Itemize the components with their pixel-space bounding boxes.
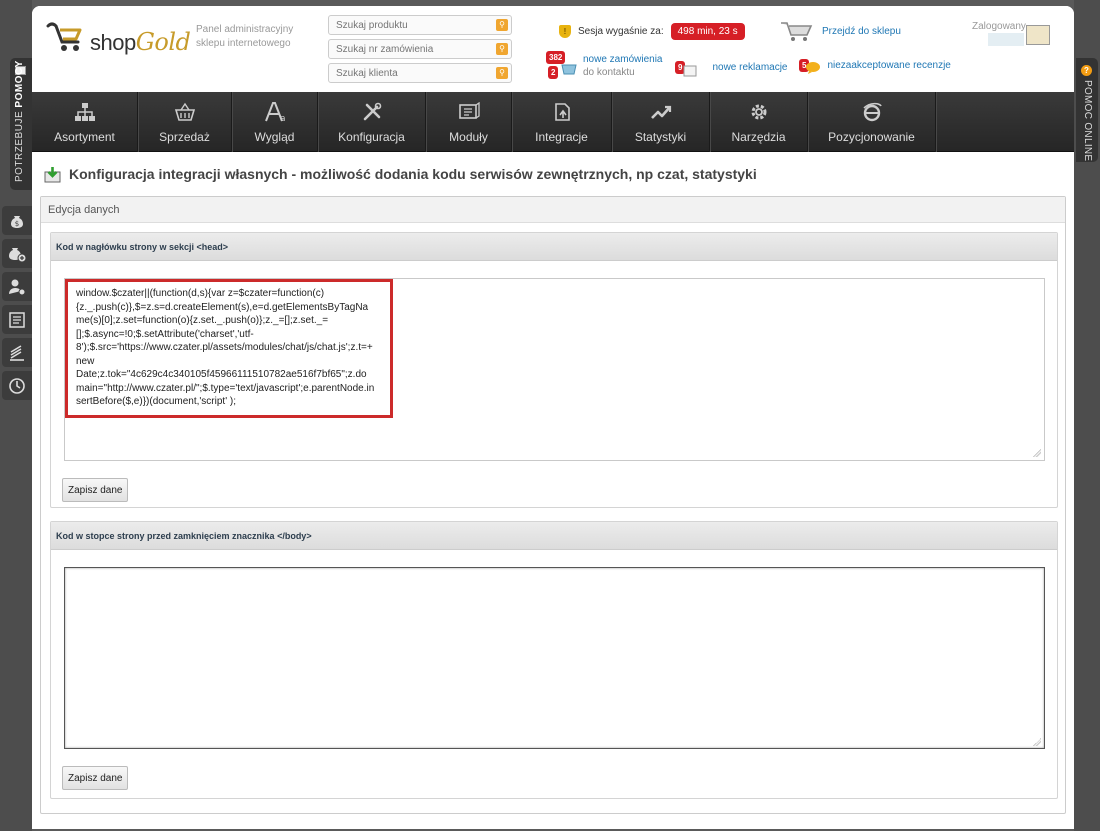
- cart-logo-icon: [46, 22, 82, 51]
- tools-icon: [361, 101, 383, 123]
- online-help-label: POMOC ONLINE: [1082, 80, 1093, 162]
- logged-label: Zalogowany: [972, 21, 1026, 32]
- nav-label: Pozycjonowanie: [828, 130, 915, 144]
- nav-label: Statystyki: [634, 130, 687, 144]
- contact-count-badge: 2: [548, 66, 559, 79]
- orders-icon-group: 382 2: [546, 51, 580, 81]
- session-label: Sesja wygaśnie za:: [578, 26, 664, 37]
- nav-label: Konfiguracja: [338, 130, 405, 144]
- new-complaints-notification[interactable]: 9 nowe reklamacje: [675, 55, 788, 79]
- seo-icon: [861, 101, 883, 123]
- gear-icon: [748, 101, 770, 123]
- cart-icon: [781, 22, 813, 41]
- user-name[interactable]: [988, 33, 1024, 46]
- complaint-icon: [683, 65, 697, 77]
- head-section-title: Kod w nagłówku strony w sekcji <head>: [51, 233, 1057, 261]
- main-nav: Asortyment Sprzedaż a Wygląd Konfiguracj…: [32, 92, 1074, 152]
- user-box: Zalogowany: [972, 21, 1050, 46]
- session-timer: ! Sesja wygaśnie za: 498 min, 23 s: [559, 23, 745, 40]
- clock-icon[interactable]: [2, 371, 32, 400]
- nav-item-statystyki[interactable]: Statystyki: [612, 92, 710, 152]
- stack-icon[interactable]: [2, 338, 32, 367]
- chart-icon: [650, 101, 672, 123]
- search-icon[interactable]: ⚲: [496, 19, 508, 31]
- nav-label: Moduły: [449, 130, 488, 144]
- user-settings-icon[interactable]: [2, 272, 32, 301]
- nav-label: Narzędzia: [731, 130, 786, 144]
- help-tab[interactable]: POTRZEBUJE POMOCY: [10, 58, 32, 190]
- new-complaints-link[interactable]: nowe reklamacje: [712, 62, 787, 73]
- product-search-input[interactable]: [329, 16, 489, 34]
- main-window: shopGold Panel administracyjny sklepu in…: [32, 6, 1074, 829]
- go-to-shop[interactable]: Przejdź do sklepu: [780, 20, 901, 42]
- go-to-shop-link[interactable]: Przejdź do sklepu: [822, 26, 901, 37]
- online-help-tab[interactable]: ? POMOC ONLINE: [1076, 58, 1098, 162]
- left-sidebar: POTRZEBUJE POMOCY $: [0, 0, 32, 831]
- nav-label: Wygląd: [254, 130, 295, 144]
- resize-handle[interactable]: [1033, 449, 1041, 457]
- svg-text:$: $: [15, 220, 19, 228]
- page-title-row: Konfiguracja integracji własnych - możli…: [40, 152, 1066, 196]
- search-icon[interactable]: ⚲: [496, 43, 508, 55]
- nav-item-pozycjonowanie[interactable]: Pozycjonowanie: [808, 92, 936, 152]
- shield-icon: !: [559, 25, 571, 38]
- page-title: Konfiguracja integracji własnych - możli…: [69, 166, 757, 182]
- client-search-input[interactable]: [329, 64, 489, 82]
- money-add-icon[interactable]: [2, 239, 32, 268]
- unaccepted-reviews-link[interactable]: niezaakceptowane recenzje: [827, 60, 950, 71]
- help-tab-label: POTRZEBUJE POMOCY: [14, 60, 25, 182]
- content: Konfiguracja integracji własnych - możli…: [32, 152, 1074, 196]
- font-icon: a: [264, 101, 286, 123]
- nav-item-wyglad[interactable]: a Wygląd: [232, 92, 318, 152]
- order-search: ⚲: [328, 39, 512, 59]
- header: shopGold Panel administracyjny sklepu in…: [32, 6, 1074, 92]
- save-footer-button[interactable]: Zapisz dane: [62, 766, 129, 790]
- nav-item-sprzedaz[interactable]: Sprzedaż: [138, 92, 232, 152]
- edit-card: Edycja danych Kod w nagłówku strony w se…: [40, 196, 1066, 814]
- integration-icon: [551, 101, 573, 123]
- svg-text:a: a: [280, 114, 286, 122]
- basket-icon: [561, 64, 577, 75]
- save-head-button[interactable]: Zapisz dane: [62, 478, 129, 502]
- session-badge: 498 min, 23 s: [670, 23, 745, 40]
- resize-handle[interactable]: [1033, 738, 1041, 746]
- to-contact-label[interactable]: do kontaktu: [583, 66, 663, 79]
- head-code-section: Kod w nagłówku strony w sekcji <head> wi…: [50, 232, 1058, 508]
- user-card-icon[interactable]: [1026, 25, 1050, 45]
- order-search-input[interactable]: [329, 40, 489, 58]
- unaccepted-reviews-notification[interactable]: 5 niezaakceptowane recenzje: [799, 55, 951, 75]
- nav-item-integracje[interactable]: Integracje: [512, 92, 612, 152]
- nav-item-asortyment[interactable]: Asortyment: [32, 92, 138, 152]
- review-bubble-icon: [806, 62, 821, 74]
- question-icon: ?: [1081, 65, 1092, 76]
- new-orders-notification[interactable]: 382 2 nowe zamówienia do kontaktu: [546, 51, 663, 81]
- nav-item-narzedzia[interactable]: Narzędzia: [710, 92, 808, 152]
- logo[interactable]: shopGold: [46, 20, 191, 56]
- nav-label: Sprzedaż: [159, 130, 210, 144]
- nav-item-konfiguracja[interactable]: Konfiguracja: [318, 92, 426, 152]
- client-search: ⚲: [328, 63, 512, 83]
- search-icon[interactable]: ⚲: [496, 67, 508, 79]
- card-title: Edycja danych: [41, 197, 1065, 223]
- nav-label: Integracje: [535, 130, 588, 144]
- side-shortcuts: $: [2, 206, 32, 404]
- nav-label: Asortyment: [54, 130, 115, 144]
- panel-caption: Panel administracyjny sklepu internetowe…: [196, 24, 294, 49]
- footer-code-textarea[interactable]: [64, 567, 1045, 749]
- download-icon: [44, 166, 61, 182]
- money-bag-icon[interactable]: $: [2, 206, 32, 235]
- right-sidebar: ? POMOC ONLINE: [1074, 0, 1100, 831]
- footer-section-title: Kod w stopce strony przed zamknięciem zn…: [51, 522, 1057, 550]
- product-search: ⚲: [328, 15, 512, 35]
- logo-text: shopGold: [90, 28, 191, 56]
- hierarchy-icon: [74, 101, 96, 123]
- footer-code-section: Kod w stopce strony przed zamknięciem zn…: [50, 521, 1058, 799]
- head-code-textarea[interactable]: window.$czater||(function(d,s){var z=$cz…: [64, 278, 1045, 461]
- basket-icon: [174, 101, 196, 123]
- list-icon[interactable]: [2, 305, 32, 334]
- modules-icon: [458, 101, 480, 123]
- nav-item-moduly[interactable]: Moduły: [426, 92, 512, 152]
- new-orders-link[interactable]: nowe zamówienia: [583, 53, 663, 66]
